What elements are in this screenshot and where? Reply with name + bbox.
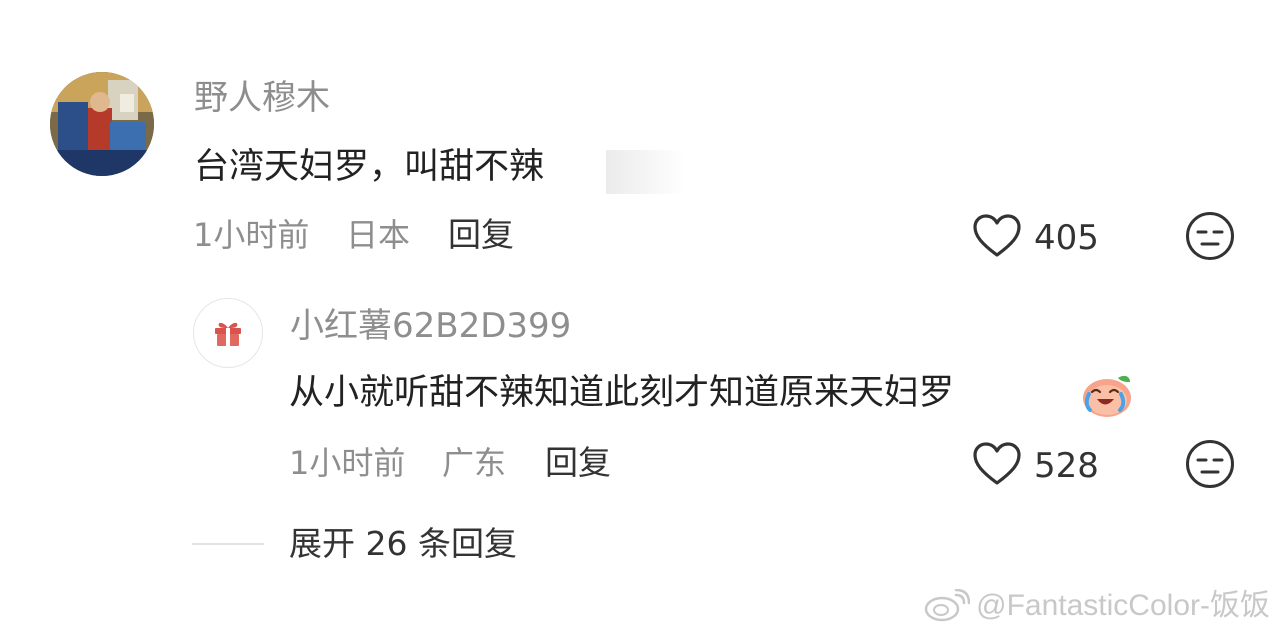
comment-username[interactable]: 野人穆木 [194, 78, 330, 118]
comment-location: 日本 [346, 216, 411, 254]
expand-divider [192, 543, 264, 545]
reply-avatar[interactable] [193, 298, 263, 368]
comment-text: 台湾天妇罗，叫甜不辣 [194, 147, 545, 187]
reply-like-button[interactable] [972, 441, 1022, 487]
heart-icon [973, 442, 1021, 485]
like-button[interactable] [972, 213, 1022, 259]
comment-time: 1小时前 [193, 216, 310, 254]
watermark: @FantasticColor-饭饭 [924, 586, 1270, 626]
watermark-text: @FantasticColor-饭饭 [976, 589, 1270, 622]
reply-like-count: 528 [1034, 446, 1099, 486]
reply-username[interactable]: 小红薯62B2D399 [290, 306, 571, 346]
reply-location: 广东 [442, 444, 507, 482]
dislike-button[interactable] [1185, 211, 1235, 261]
avatar[interactable] [50, 72, 154, 176]
reply-text: 从小就听甜不辣知道此刻才知道原来天妇罗 [289, 373, 955, 413]
expand-replies-button[interactable]: 展开 26 条回复 [289, 524, 517, 564]
like-count: 405 [1034, 218, 1099, 258]
neutral-face-icon [1186, 440, 1234, 488]
reply-dislike-button[interactable] [1185, 439, 1235, 489]
crying-laughing-peach-emoji-icon [1080, 372, 1138, 418]
comment-reply-button[interactable]: 回复 [448, 215, 514, 255]
weibo-logo-icon [924, 589, 971, 622]
avatar-painting-image [50, 72, 154, 176]
reply-reply-button[interactable]: 回复 [545, 443, 611, 483]
neutral-face-icon [1186, 212, 1234, 260]
gift-icon [215, 322, 241, 346]
heart-icon [973, 214, 1021, 257]
reply-time: 1小时前 [289, 444, 406, 482]
text-fade-overlay [606, 150, 686, 194]
